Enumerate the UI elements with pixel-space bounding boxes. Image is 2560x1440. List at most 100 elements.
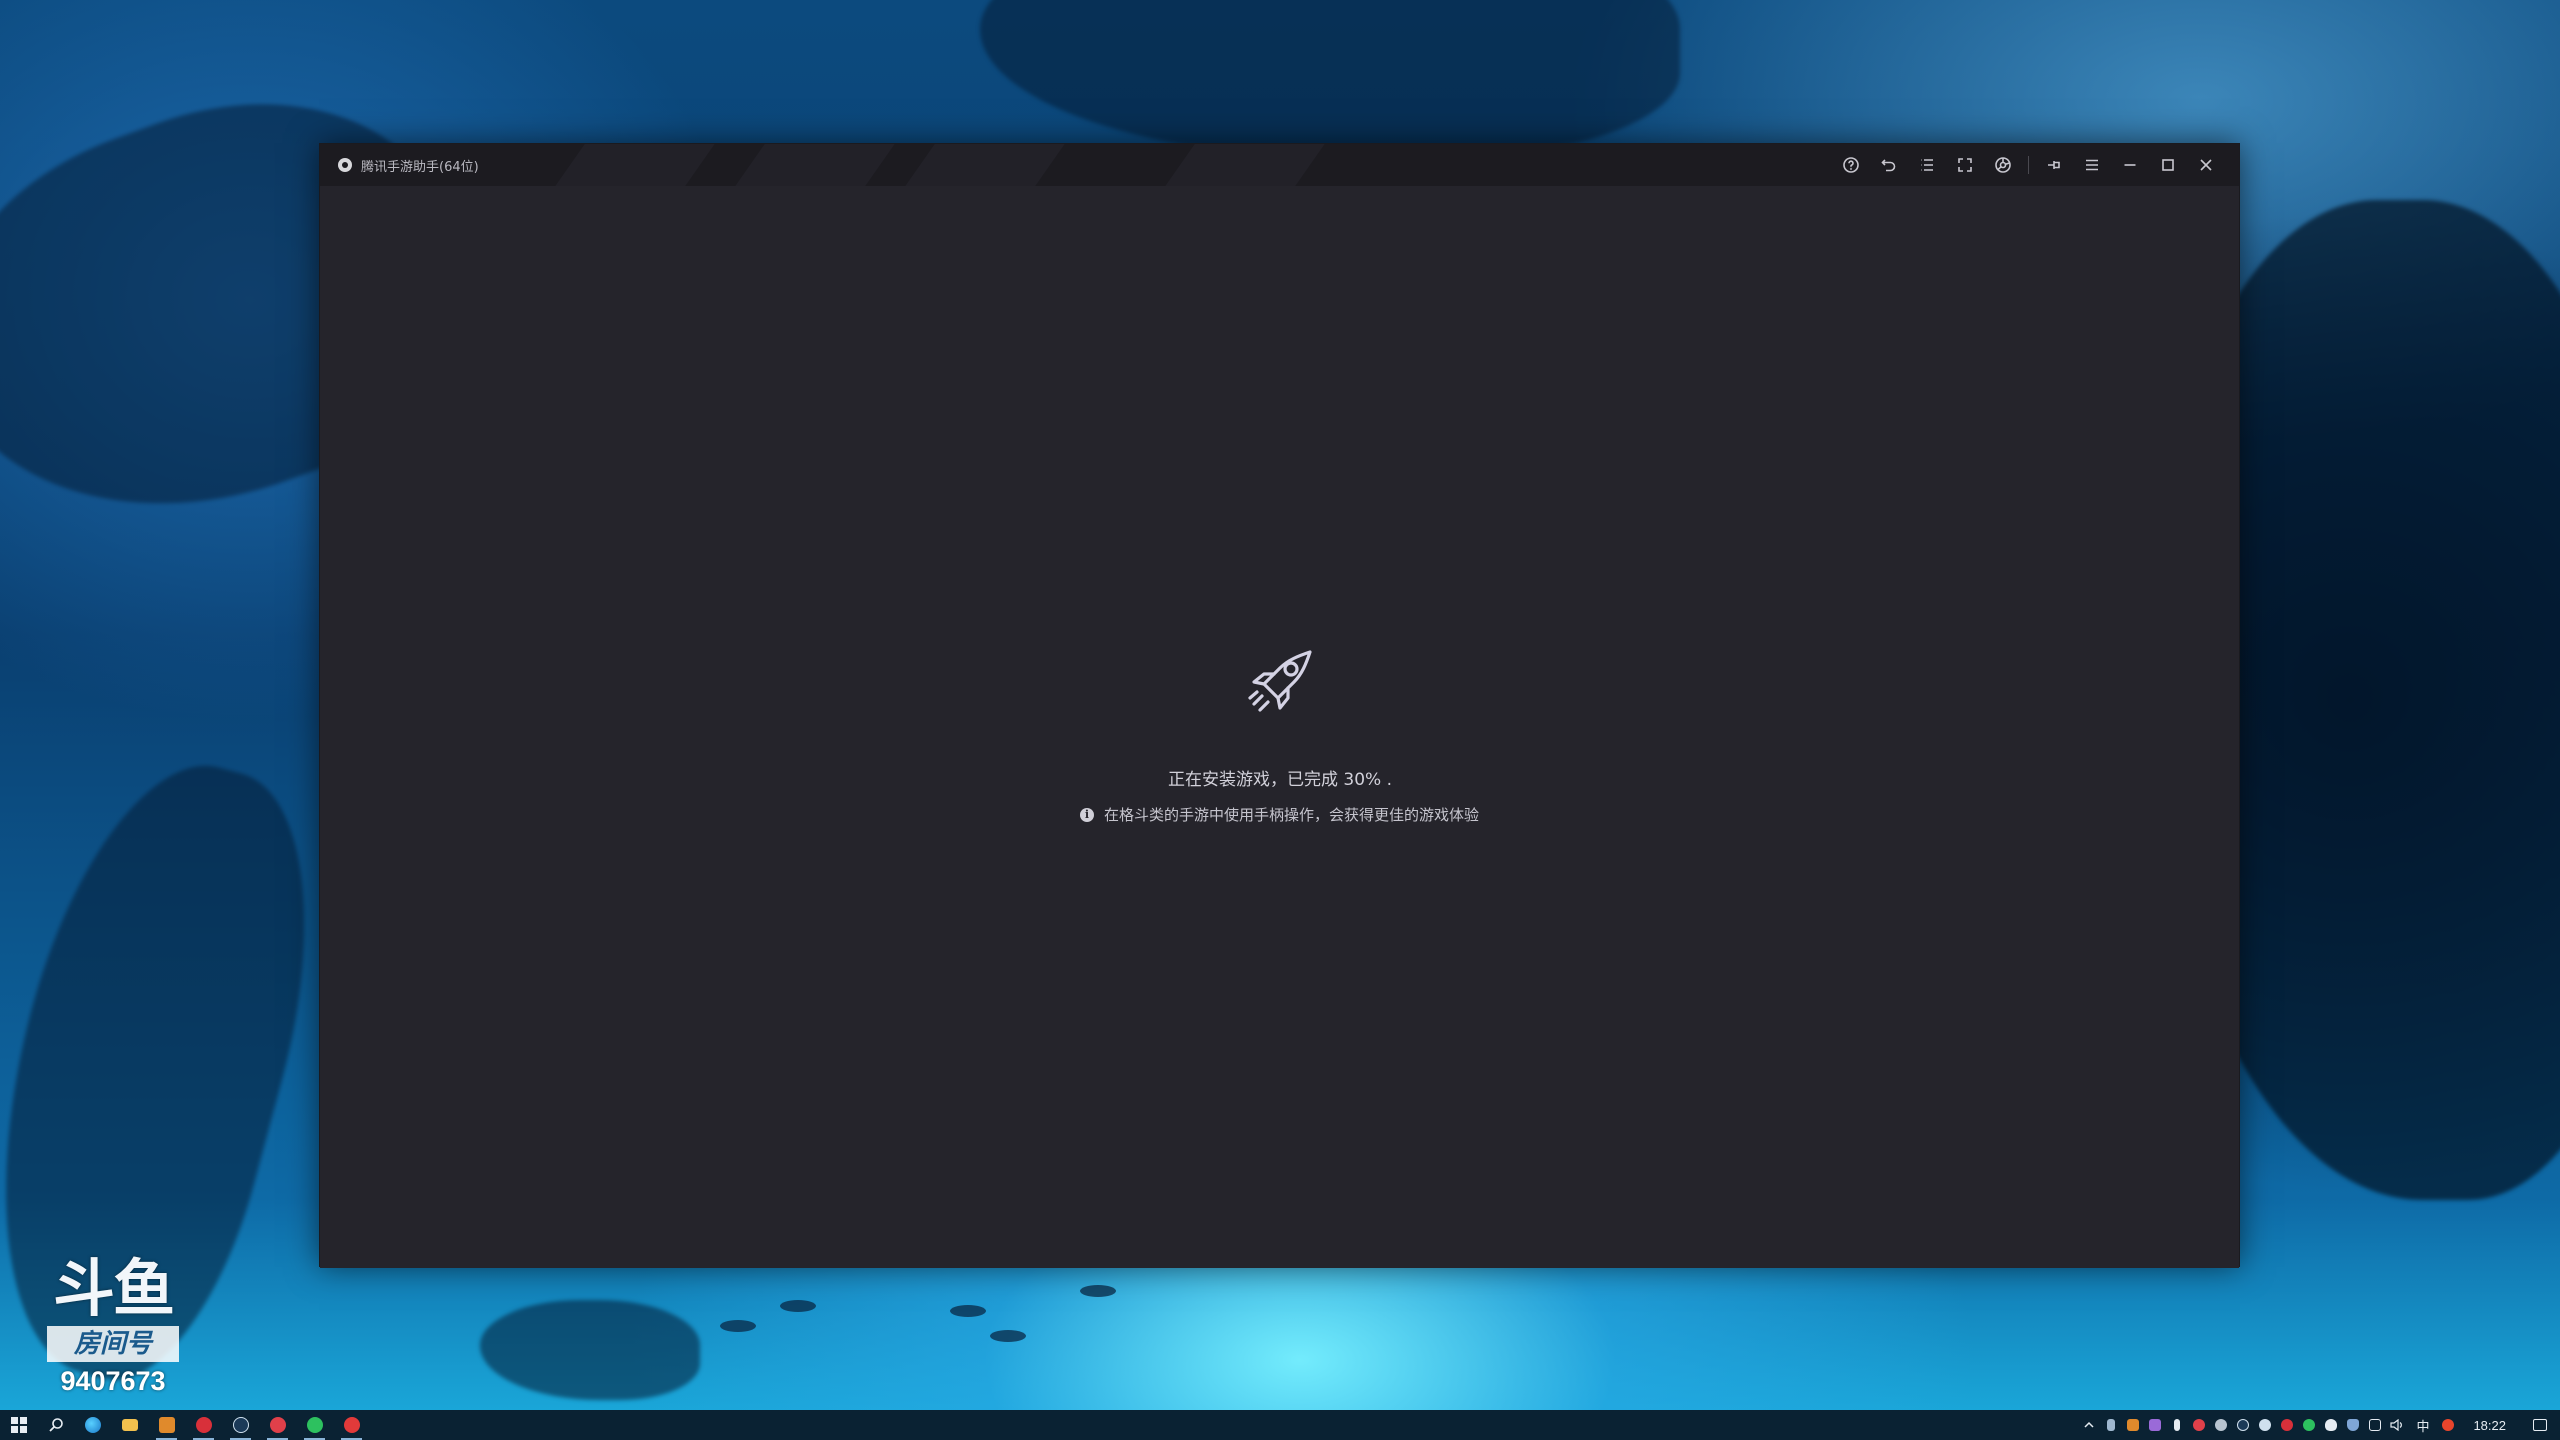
taskbar-wechat[interactable] xyxy=(296,1410,333,1440)
app-red-tray-icon xyxy=(2193,1419,2206,1431)
list-button[interactable] xyxy=(1908,144,1946,186)
title-bar[interactable]: 腾讯手游助手(64位) xyxy=(320,144,2239,186)
tray-icon-steam2[interactable] xyxy=(2254,1410,2276,1440)
title-bar-stripe xyxy=(1165,144,1325,186)
maximize-button[interactable] xyxy=(2149,144,2187,186)
netease-music-tray-icon xyxy=(2281,1419,2294,1431)
taskbar-file-explorer[interactable] xyxy=(111,1410,148,1440)
app-orange-icon xyxy=(158,1417,175,1433)
taskbar-edge[interactable] xyxy=(74,1410,111,1440)
tray-icon-orange[interactable] xyxy=(2122,1410,2144,1440)
steam-alt-tray-icon xyxy=(2259,1419,2272,1431)
install-status-text: 正在安装游戏，已完成 30% . xyxy=(1168,770,1392,790)
help-button[interactable] xyxy=(1832,144,1870,186)
manta-silhouette xyxy=(480,1300,700,1400)
title-bar-stripe xyxy=(905,144,1065,186)
back-icon xyxy=(1881,159,1896,172)
pin-icon xyxy=(2048,161,2060,169)
taskbar-tencent-assistant[interactable] xyxy=(333,1410,370,1440)
taskbar-app-red[interactable] xyxy=(259,1410,296,1440)
fullscreen-icon xyxy=(1958,158,1972,172)
edge-icon xyxy=(84,1417,101,1433)
douyu-watermark: 斗鱼 房间号 9407673 xyxy=(38,1258,188,1397)
tray-icon-wechat[interactable] xyxy=(2298,1410,2320,1440)
qq-tray-icon xyxy=(2325,1419,2338,1431)
tencent-assistant-icon xyxy=(343,1417,360,1433)
tray-icon-storage[interactable] xyxy=(2100,1410,2122,1440)
rocket-icon xyxy=(1240,640,1320,720)
pin-button[interactable] xyxy=(2035,144,2073,186)
title-bar-stripe xyxy=(735,144,895,186)
room-number-badge: 房间号 xyxy=(47,1326,179,1362)
app-purple-tray-icon xyxy=(2149,1419,2162,1431)
tray-icon-purple[interactable] xyxy=(2144,1410,2166,1440)
room-number: 9407673 xyxy=(60,1366,166,1396)
back-button[interactable] xyxy=(1870,144,1908,186)
tip-text: 在格斗类的手游中使用手柄操作，会获得更佳的游戏体验 xyxy=(1104,806,1480,824)
app-logo-icon xyxy=(338,158,352,172)
taskbar-netease-music[interactable] xyxy=(185,1410,222,1440)
minimize-button[interactable] xyxy=(2111,144,2149,186)
search-icon xyxy=(48,1418,63,1432)
manta-silhouette xyxy=(980,0,1680,160)
wechat-tray-icon xyxy=(2303,1419,2316,1431)
menu-button[interactable] xyxy=(2073,144,2111,186)
loading-panel xyxy=(320,186,2239,1268)
tray-icon-shield[interactable] xyxy=(2342,1410,2364,1440)
tray-icon-sogou[interactable] xyxy=(2437,1410,2459,1440)
fish-silhouette xyxy=(1080,1285,1116,1297)
title-separator xyxy=(2028,156,2029,174)
app-orange-tray-icon xyxy=(2127,1419,2140,1431)
input-language[interactable]: 中 xyxy=(2408,1416,2437,1435)
title-bar-stripe xyxy=(555,144,715,186)
list-icon xyxy=(1921,159,1933,171)
screenshot-button[interactable] xyxy=(1984,144,2022,186)
start-button[interactable] xyxy=(0,1410,37,1440)
taskbar-clock[interactable]: 18:22 xyxy=(2459,1418,2520,1433)
notification-icon xyxy=(2533,1419,2547,1431)
minimize-icon xyxy=(2124,164,2136,166)
fish-silhouette xyxy=(720,1320,756,1332)
steam-tray-icon xyxy=(2237,1419,2250,1431)
tray-icon-netease[interactable] xyxy=(2276,1410,2298,1440)
fish-silhouette xyxy=(990,1330,1026,1342)
shield-icon xyxy=(2347,1419,2360,1431)
tip-row: i 在格斗类的手游中使用手柄操作，会获得更佳的游戏体验 xyxy=(1080,804,1479,825)
volume-icon xyxy=(2390,1419,2403,1431)
screenshot-icon xyxy=(1995,157,2011,173)
tray-overflow-button[interactable] xyxy=(2078,1410,2100,1440)
taskbar-steam[interactable] xyxy=(222,1410,259,1440)
title-controls xyxy=(1832,144,2225,186)
window-title: 腾讯手游助手(64位) xyxy=(361,159,479,175)
netease-music-icon xyxy=(195,1417,212,1433)
tray-icon-mic[interactable] xyxy=(2166,1410,2188,1440)
menu-icon xyxy=(2086,159,2098,171)
tray-icon-volume[interactable] xyxy=(2386,1410,2408,1440)
tray-icon-qq[interactable] xyxy=(2320,1410,2342,1440)
tray-icon-network[interactable] xyxy=(2364,1410,2386,1440)
taskbar-search-button[interactable] xyxy=(37,1410,74,1440)
taskbar-app-orange[interactable] xyxy=(148,1410,185,1440)
notification-center-button[interactable] xyxy=(2520,1410,2560,1440)
tray-icon-steam[interactable] xyxy=(2232,1410,2254,1440)
file-explorer-icon xyxy=(121,1419,138,1431)
system-tray: 中 18:22 xyxy=(2078,1410,2560,1440)
sogou-ime-icon xyxy=(2442,1419,2455,1431)
chevron-up-icon xyxy=(2084,1421,2094,1428)
app-red-icon xyxy=(269,1417,286,1433)
tray-icon-red[interactable] xyxy=(2188,1410,2210,1440)
app-gray-tray-icon xyxy=(2215,1419,2228,1431)
network-icon xyxy=(2369,1419,2382,1431)
start-icon xyxy=(10,1417,27,1433)
douyu-logo: 斗鱼 xyxy=(52,1252,175,1325)
help-icon xyxy=(1843,157,1859,173)
close-icon xyxy=(2200,159,2212,171)
steam-icon xyxy=(232,1417,249,1433)
close-button[interactable] xyxy=(2187,144,2225,186)
wechat-icon xyxy=(306,1417,323,1433)
fish-silhouette xyxy=(780,1300,816,1312)
taskbar: 中 18:22 xyxy=(0,1410,2560,1440)
tray-icon-gray[interactable] xyxy=(2210,1410,2232,1440)
maximize-icon xyxy=(2162,159,2174,171)
fullscreen-button[interactable] xyxy=(1946,144,1984,186)
